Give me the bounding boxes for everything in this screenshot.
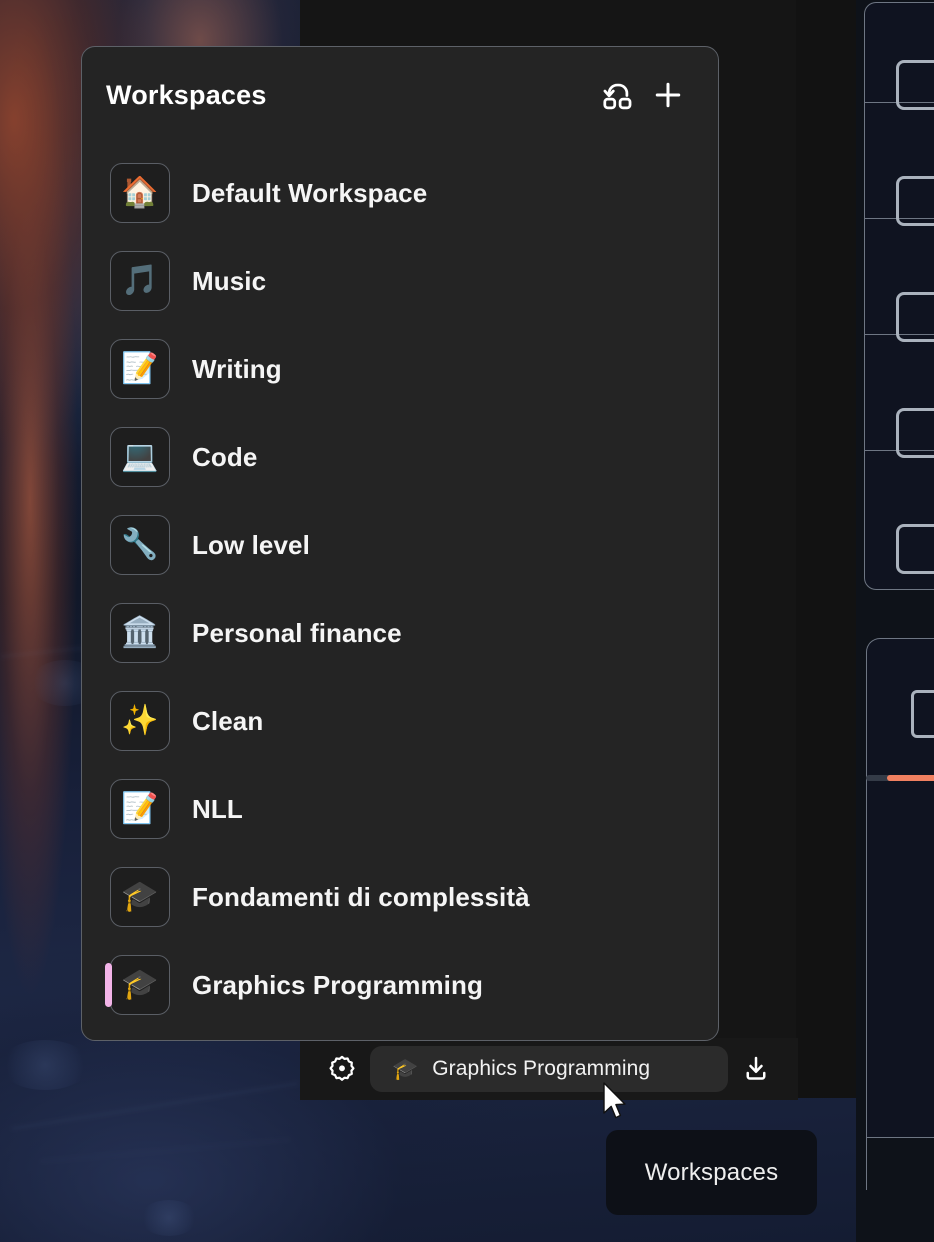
workspace-list-item[interactable]: 🏠 Default Workspace bbox=[82, 149, 718, 237]
wallpaper-blob bbox=[0, 1040, 90, 1090]
classical-building-emoji: 🏛️ bbox=[121, 616, 159, 649]
workspace-list-item[interactable]: ✨ Clean bbox=[82, 677, 718, 765]
workspace-icon-tile: ✨ bbox=[110, 691, 170, 751]
workspaces-popover: Workspaces 🏠 Default Workspace 🎵 Music 📝 Writ… bbox=[81, 46, 719, 1041]
workspace-list-item[interactable]: 🔧 Low level bbox=[82, 501, 718, 589]
right-panel-thumbnail[interactable] bbox=[896, 524, 934, 574]
workspace-icon-tile: 🏠 bbox=[110, 163, 170, 223]
page-title: Workspaces bbox=[106, 79, 267, 110]
active-workspace-indicator bbox=[105, 347, 112, 391]
workspace-label: Default Workspace bbox=[192, 177, 428, 208]
right-side-panel bbox=[856, 0, 934, 1242]
house-emoji: 🏠 bbox=[121, 176, 159, 209]
bottom-bar: 🎓 Graphics Programming bbox=[300, 1038, 798, 1100]
memo-emoji: 📝 bbox=[121, 792, 159, 825]
wrench-emoji: 🔧 bbox=[121, 528, 159, 561]
tooltip: Workspaces bbox=[606, 1130, 817, 1215]
musical-note-emoji: 🎵 bbox=[121, 264, 159, 297]
workspace-label: Personal finance bbox=[192, 617, 402, 648]
workspace-list-item[interactable]: 📝 NLL bbox=[82, 765, 718, 853]
workspace-icon-tile: 💻 bbox=[110, 427, 170, 487]
workspace-list-item[interactable]: 📝 Writing bbox=[82, 325, 718, 413]
download-button[interactable] bbox=[738, 1051, 774, 1087]
active-workspace-indicator bbox=[105, 435, 112, 479]
wallpaper-streak bbox=[40, 1139, 290, 1162]
workspace-label: Writing bbox=[192, 353, 282, 384]
laptop-emoji: 💻 bbox=[121, 440, 159, 473]
workspace-label: Code bbox=[192, 441, 258, 472]
switch-workspace-icon bbox=[603, 83, 632, 110]
workspace-label: Clean bbox=[192, 705, 264, 736]
workspace-icon-tile: 🎓 bbox=[110, 955, 170, 1015]
active-workspace-indicator bbox=[105, 963, 112, 1007]
active-workspace-indicator bbox=[105, 875, 112, 919]
workspace-list: 🏠 Default Workspace 🎵 Music 📝 Writing 💻 Code 🔧 Lo… bbox=[82, 143, 718, 1029]
document-icon bbox=[911, 690, 934, 738]
workspace-list-item[interactable]: 🏛️ Personal finance bbox=[82, 589, 718, 677]
workspace-list-item[interactable]: 💻 Code bbox=[82, 413, 718, 501]
popover-header: Workspaces bbox=[82, 47, 718, 143]
workspace-icon-tile: 🏛️ bbox=[110, 603, 170, 663]
workspace-label: Fondamenti di complessità bbox=[192, 881, 530, 912]
gear-icon bbox=[329, 1055, 355, 1081]
switch-workspace-button[interactable] bbox=[596, 73, 640, 117]
right-panel-thumbnail[interactable] bbox=[896, 176, 934, 226]
wallpaper-blob bbox=[140, 1200, 198, 1236]
active-workspace-indicator bbox=[105, 699, 112, 743]
workspace-label: Graphics Programming bbox=[192, 969, 483, 1000]
right-panel-thumbnail[interactable] bbox=[896, 292, 934, 342]
workspace-list-item[interactable]: 🎓 Fondamenti di complessità bbox=[82, 853, 718, 941]
right-panel-rule bbox=[866, 786, 867, 1190]
workspace-icon-tile: 📝 bbox=[110, 779, 170, 839]
workspace-list-item[interactable]: 🎓 Graphics Programming bbox=[82, 941, 718, 1029]
graduation-cap-emoji: 🎓 bbox=[121, 968, 159, 1001]
current-workspace-chip[interactable]: 🎓 Graphics Programming bbox=[370, 1046, 728, 1092]
settings-button[interactable] bbox=[324, 1051, 360, 1087]
workspace-label: Music bbox=[192, 265, 267, 296]
wallpaper-streak bbox=[11, 1082, 299, 1130]
download-icon bbox=[746, 1056, 766, 1080]
workspace-label: Low level bbox=[192, 529, 310, 560]
workspace-icon-tile: 📝 bbox=[110, 339, 170, 399]
progress-fill bbox=[887, 775, 934, 781]
graduation-cap-emoji: 🎓 bbox=[121, 880, 159, 913]
screen: 🎓 Graphics Programming Workspaces 🏠 Defa… bbox=[0, 0, 934, 1242]
workspace-icon-tile: 🎓 bbox=[110, 867, 170, 927]
active-workspace-indicator bbox=[105, 787, 112, 831]
workspace-label: NLL bbox=[192, 793, 243, 824]
graduation-cap-emoji: 🎓 bbox=[392, 1057, 419, 1081]
active-workspace-indicator bbox=[105, 259, 112, 303]
workspace-list-item[interactable]: 🎵 Music bbox=[82, 237, 718, 325]
plus-icon bbox=[655, 82, 681, 108]
workspace-icon-tile: 🎵 bbox=[110, 251, 170, 311]
workspace-icon-tile: 🔧 bbox=[110, 515, 170, 575]
tooltip-label: Workspaces bbox=[644, 1158, 779, 1186]
add-workspace-button[interactable] bbox=[646, 73, 690, 117]
current-workspace-label: Graphics Programming bbox=[432, 1057, 651, 1080]
active-workspace-indicator bbox=[105, 523, 112, 567]
active-workspace-indicator bbox=[105, 171, 112, 215]
active-workspace-indicator bbox=[105, 611, 112, 655]
sparkles-emoji: ✨ bbox=[121, 704, 159, 737]
right-panel-thumbnail[interactable] bbox=[896, 60, 934, 110]
memo-emoji: 📝 bbox=[121, 352, 159, 385]
right-panel-thumbnail[interactable] bbox=[896, 408, 934, 458]
background-app-window-right bbox=[796, 0, 856, 1098]
